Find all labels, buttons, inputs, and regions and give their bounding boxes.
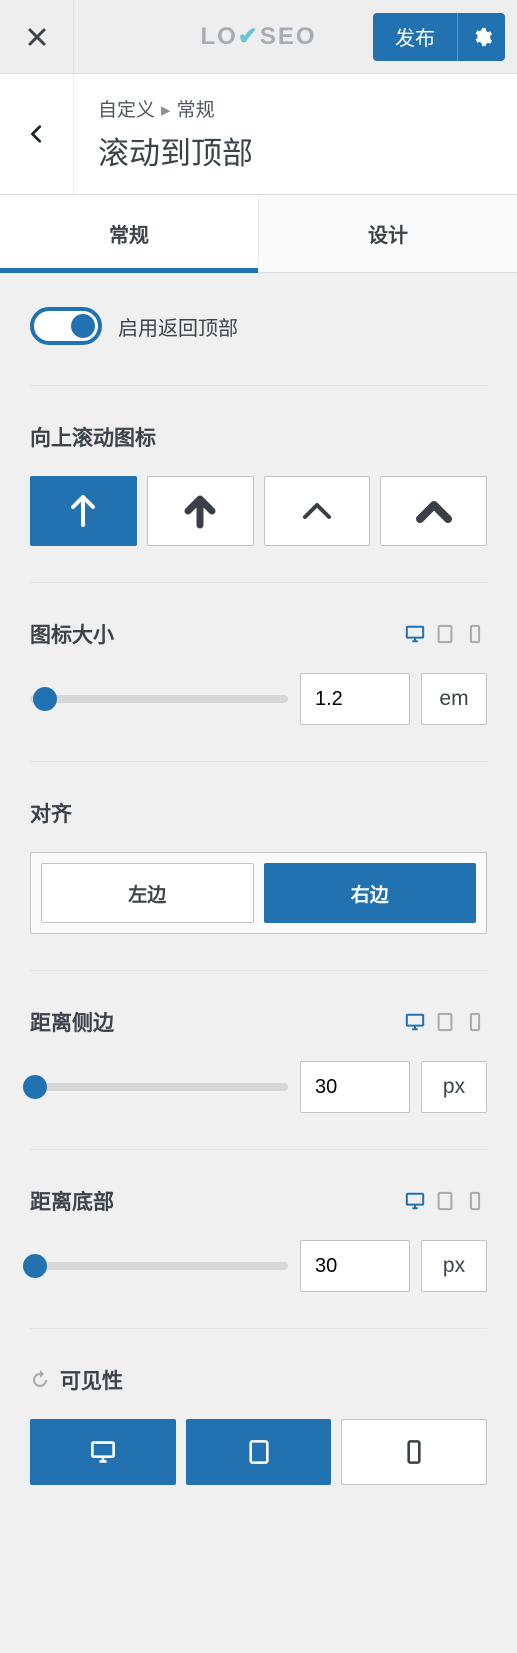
device-desktop[interactable] (403, 623, 427, 645)
visibility-mobile[interactable] (341, 1419, 487, 1485)
device-mobile[interactable] (463, 623, 487, 645)
back-button[interactable] (0, 74, 74, 194)
close-icon (25, 25, 49, 49)
icon-option-chevron-thin[interactable] (264, 476, 371, 546)
tablet-icon (245, 1439, 273, 1465)
desktop-icon (89, 1439, 117, 1465)
device-tablet[interactable] (433, 1190, 457, 1212)
side-offset-slider[interactable] (30, 1083, 288, 1091)
align-title: 对齐 (30, 798, 72, 828)
mobile-icon (400, 1439, 428, 1465)
arrow-up-icon (65, 493, 101, 529)
tablet-icon (434, 1012, 456, 1032)
bottom-offset-title: 距离底部 (30, 1186, 114, 1216)
logo-pre: LO (200, 23, 237, 51)
breadcrumb-sep-icon: ▸ (161, 100, 171, 121)
breadcrumb-current: 常规 (177, 100, 215, 121)
reset-icon[interactable] (30, 1370, 50, 1390)
visibility-title: 可见性 (60, 1365, 123, 1395)
device-desktop[interactable] (403, 1190, 427, 1212)
device-mobile[interactable] (463, 1011, 487, 1033)
desktop-icon (404, 1191, 426, 1211)
desktop-icon (404, 624, 426, 644)
breadcrumb: 自定义 ▸ 常规 (98, 95, 253, 122)
tablet-icon (434, 1191, 456, 1211)
mobile-icon (464, 1012, 486, 1032)
device-desktop[interactable] (403, 1011, 427, 1033)
desktop-icon (404, 1012, 426, 1032)
device-tablet[interactable] (433, 623, 457, 645)
icon-size-slider[interactable] (30, 695, 288, 703)
device-mobile[interactable] (463, 1190, 487, 1212)
chevron-left-icon (26, 123, 48, 145)
side-offset-unit[interactable]: px (421, 1061, 487, 1113)
page-title: 滚动到顶部 (98, 128, 253, 173)
icon-size-unit[interactable]: em (421, 673, 487, 725)
bottom-offset-input[interactable] (300, 1240, 410, 1292)
icon-size-input[interactable] (300, 673, 410, 725)
icon-size-title: 图标大小 (30, 619, 114, 649)
close-button[interactable] (0, 0, 74, 74)
tab-design[interactable]: 设计 (259, 195, 517, 272)
align-right-option[interactable]: 右边 (264, 863, 477, 923)
gear-icon (471, 26, 493, 48)
logo: LO✔SEO (200, 22, 316, 51)
icon-option-chevron-bold[interactable] (380, 476, 487, 546)
enable-toggle-label: 启用返回顶部 (118, 312, 238, 341)
enable-toggle[interactable] (30, 307, 102, 345)
icon-option-arrow-line[interactable] (30, 476, 137, 546)
tab-general[interactable]: 常规 (0, 195, 259, 272)
tablet-icon (434, 624, 456, 644)
logo-post: SEO (260, 23, 317, 51)
scroll-icon-title: 向上滚动图标 (30, 422, 156, 452)
logo-accent-icon: ✔ (238, 22, 260, 51)
bottom-offset-unit[interactable]: px (421, 1240, 487, 1292)
settings-button[interactable] (457, 13, 505, 61)
side-offset-input[interactable] (300, 1061, 410, 1113)
device-tablet[interactable] (433, 1011, 457, 1033)
side-offset-title: 距离侧边 (30, 1007, 114, 1037)
icon-option-arrow-bold[interactable] (147, 476, 254, 546)
chevron-up-icon (299, 493, 335, 529)
bottom-offset-slider[interactable] (30, 1262, 288, 1270)
visibility-desktop[interactable] (30, 1419, 176, 1485)
mobile-icon (464, 1191, 486, 1211)
chevron-up-bold-icon (416, 493, 452, 529)
align-left-option[interactable]: 左边 (41, 863, 254, 923)
mobile-icon (464, 624, 486, 644)
publish-button[interactable]: 发布 (373, 13, 457, 61)
arrow-up-bold-icon (182, 493, 218, 529)
visibility-tablet[interactable] (186, 1419, 332, 1485)
breadcrumb-parent: 自定义 (98, 100, 155, 121)
